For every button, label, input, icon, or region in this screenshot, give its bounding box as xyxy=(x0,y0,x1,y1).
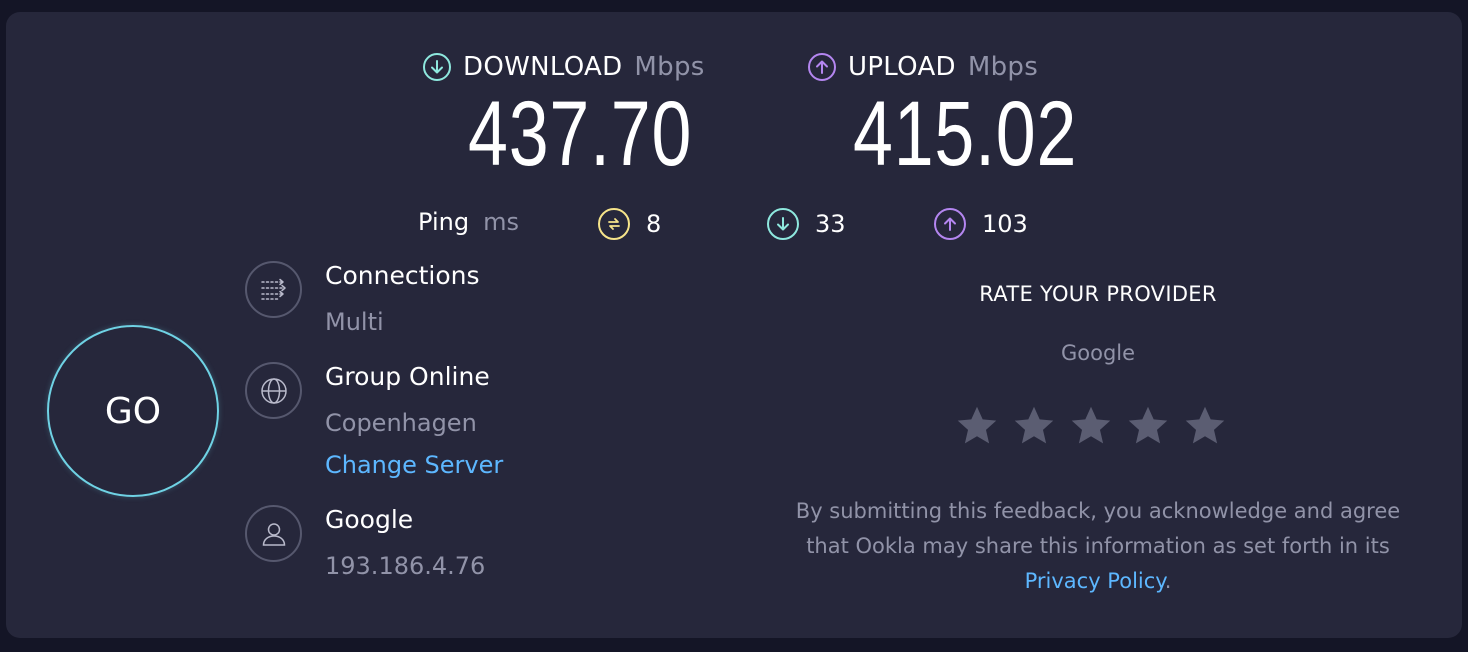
star-5-icon[interactable] xyxy=(1183,404,1227,448)
ping-unit: ms xyxy=(483,208,519,236)
star-1-icon[interactable] xyxy=(955,404,999,448)
server-name: Group Online xyxy=(325,362,490,391)
feedback-disclaimer: By submitting this feedback, you acknowl… xyxy=(760,494,1436,599)
arrow-down-circle-icon xyxy=(767,208,799,240)
disclaimer-line-1: By submitting this feedback, you acknowl… xyxy=(795,499,1401,523)
arrow-up-circle-icon xyxy=(934,208,966,240)
idle-latency-icon xyxy=(598,208,630,240)
provider-ip: 193.186.4.76 xyxy=(325,552,486,580)
download-header: DOWNLOAD Mbps xyxy=(423,52,705,82)
server-location: Copenhagen xyxy=(325,409,477,437)
arrow-up-circle-icon xyxy=(808,53,836,81)
star-4-icon[interactable] xyxy=(1126,404,1170,448)
star-2-icon[interactable] xyxy=(1012,404,1056,448)
download-label: DOWNLOAD xyxy=(463,52,623,82)
upload-label: UPLOAD xyxy=(848,52,956,82)
user-icon xyxy=(245,505,302,562)
star-rating xyxy=(955,404,1227,448)
connections-icon[interactable] xyxy=(245,261,302,318)
ping-idle-value: 8 xyxy=(646,210,662,238)
connections-title: Connections xyxy=(325,261,480,290)
ping-upload-value: 103 xyxy=(982,210,1028,238)
disclaimer-line-3: Privacy Policy. xyxy=(760,564,1436,599)
ping-idle: 8 xyxy=(598,208,661,240)
star-3-icon[interactable] xyxy=(1069,404,1113,448)
change-server-link[interactable]: Change Server xyxy=(325,451,503,479)
ping-upload: 103 xyxy=(934,208,1028,240)
rate-provider-title: RATE YOUR PROVIDER xyxy=(979,282,1217,306)
speedtest-results-panel: DOWNLOAD Mbps 437.70 UPLOAD Mbps 415.02 … xyxy=(6,12,1462,638)
disclaimer-line-2: that Ookla may share this information as… xyxy=(806,534,1390,558)
ping-label: Ping xyxy=(418,208,470,236)
privacy-policy-link[interactable]: Privacy Policy xyxy=(1025,569,1165,593)
arrow-down-circle-icon xyxy=(423,53,451,81)
disclaimer-period: . xyxy=(1164,569,1172,593)
ping-download: 33 xyxy=(767,208,846,240)
ping-label-group: Ping ms xyxy=(418,208,519,236)
rate-provider-name: Google xyxy=(1060,341,1136,365)
download-unit: Mbps xyxy=(634,52,705,82)
download-speed-value: 437.70 xyxy=(468,83,693,185)
upload-header: UPLOAD Mbps xyxy=(808,52,1038,82)
globe-icon xyxy=(245,362,302,419)
connections-value: Multi xyxy=(325,308,384,336)
go-button[interactable]: GO xyxy=(47,325,219,497)
ping-download-value: 33 xyxy=(815,210,846,238)
upload-speed-value: 415.02 xyxy=(853,83,1078,185)
upload-unit: Mbps xyxy=(967,52,1039,82)
provider-name: Google xyxy=(325,505,414,534)
